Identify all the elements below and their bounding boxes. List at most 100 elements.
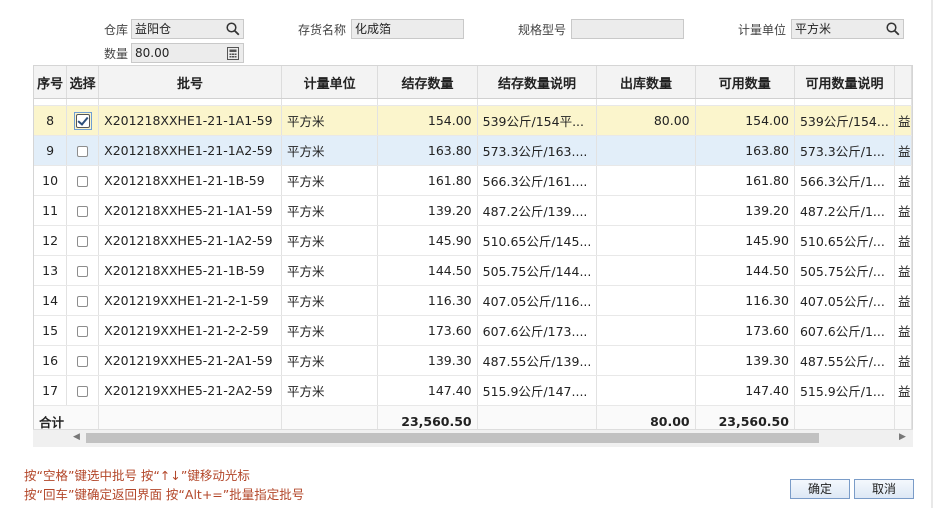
row-extra: 益 <box>894 285 912 316</box>
row-stock-desc: 515.9公斤/147.... <box>477 375 598 406</box>
row-avail: 139.30 <box>695 345 795 376</box>
checkbox[interactable] <box>77 206 89 217</box>
table-row[interactable]: 12 X201218XXHE5-21-1A2-59 平方米 145.90 510.65公… <box>34 225 912 256</box>
row-select[interactable] <box>66 165 100 196</box>
col-header-batch[interactable]: 批号 <box>98 66 282 99</box>
col-header-unit[interactable]: 计量单位 <box>281 66 379 99</box>
checkbox[interactable] <box>77 296 89 307</box>
row-out[interactable] <box>596 255 696 286</box>
row-out[interactable] <box>596 135 696 166</box>
row-avail: 163.80 <box>695 135 795 166</box>
row-batch: X201219XXHE5-21-2A2-59 <box>98 375 282 406</box>
row-stock-desc: 407.05公斤/116... <box>477 285 598 316</box>
table-row[interactable]: 15 X201219XXHE1-21-2-2-59 平方米 173.60 607.6公斤… <box>34 315 912 346</box>
row-unit: 平方米 <box>281 195 379 226</box>
row-select[interactable] <box>66 285 100 316</box>
row-stock: 116.30 <box>377 285 478 316</box>
calculator-icon[interactable] <box>223 44 243 62</box>
row-no: 17 <box>34 375 68 406</box>
row-extra: 益 <box>894 225 912 256</box>
checkbox[interactable] <box>77 326 89 337</box>
col-header-stock[interactable]: 结存数量 <box>377 66 478 99</box>
row-no: 8 <box>34 105 68 136</box>
row-avail: 116.30 <box>695 285 795 316</box>
row-avail-desc: 539公斤/154... <box>794 105 895 136</box>
table-row[interactable]: 16 X201219XXHE5-21-2A1-59 平方米 139.30 487.55公… <box>34 345 912 376</box>
row-batch: X201218XXHE5-21-1A2-59 <box>98 225 282 256</box>
item-name-value: 化成箔 <box>355 22 392 36</box>
table-row[interactable]: 14 X201219XXHE1-21-2-1-59 平方米 116.30 407.05公… <box>34 285 912 316</box>
row-select[interactable] <box>66 135 100 166</box>
row-avail: 161.80 <box>695 165 795 196</box>
checkbox[interactable] <box>77 386 89 397</box>
row-out[interactable] <box>596 225 696 256</box>
ok-button[interactable]: 确定 <box>790 479 850 499</box>
row-stock: 154.00 <box>377 105 478 136</box>
hint-line-2: 按“回车”键确定返回界面 按“Alt+=”批量指定批号 <box>24 487 305 502</box>
table-row[interactable]: 8 X201218XXHE1-21-1A1-59 平方米 154.00 539公斤/15… <box>34 105 912 136</box>
search-icon[interactable] <box>883 20 903 38</box>
row-batch: X201219XXHE1-21-2-2-59 <box>98 315 282 346</box>
table-row[interactable]: 9 X201218XXHE1-21-1A2-59 平方米 163.80 573.3公斤/… <box>34 135 912 166</box>
item-name-field[interactable]: 化成箔 <box>351 19 464 39</box>
cancel-button[interactable]: 取消 <box>854 479 914 499</box>
col-header-no[interactable]: 序号 <box>34 66 68 99</box>
row-unit: 平方米 <box>281 255 379 286</box>
row-batch: X201218XXHE1-21-1A1-59 <box>98 105 282 136</box>
table-row[interactable]: 11 X201218XXHE5-21-1A1-59 平方米 139.20 487.2公斤… <box>34 195 912 226</box>
row-out[interactable] <box>596 375 696 406</box>
checkbox[interactable] <box>77 236 89 247</box>
row-no: 16 <box>34 345 68 376</box>
row-no: 13 <box>34 255 68 286</box>
row-select[interactable] <box>66 345 100 376</box>
row-select[interactable] <box>66 375 100 406</box>
table-row[interactable]: 17 X201219XXHE5-21-2A2-59 平方米 147.40 515.9公斤… <box>34 375 912 406</box>
row-avail-desc: 487.55公斤/... <box>794 345 895 376</box>
unit-field[interactable]: 平方米 <box>791 19 904 39</box>
row-no: 14 <box>34 285 68 316</box>
scroll-right-icon[interactable]: ▶ <box>899 432 906 442</box>
row-select[interactable] <box>66 255 100 286</box>
batch-table: 序号 选择 批号 计量单位 结存数量 结存数量说明 出库数量 可用数量 可用数量… <box>34 66 912 437</box>
checkbox[interactable] <box>77 146 89 157</box>
col-header-avail-desc[interactable]: 可用数量说明 <box>794 66 895 99</box>
row-batch: X201219XXHE1-21-2-1-59 <box>98 285 282 316</box>
quantity-label: 数量 <box>104 47 129 61</box>
row-extra: 益 <box>894 255 912 286</box>
spec-field[interactable] <box>571 19 684 39</box>
col-header-avail[interactable]: 可用数量 <box>695 66 795 99</box>
table-row[interactable]: 13 X201218XXHE5-21-1B-59 平方米 144.50 505.75公斤… <box>34 255 912 286</box>
checkbox[interactable] <box>77 176 89 187</box>
row-out[interactable]: 80.00 <box>596 105 696 136</box>
row-out[interactable] <box>596 195 696 226</box>
batch-grid: 序号 选择 批号 计量单位 结存数量 结存数量说明 出库数量 可用数量 可用数量… <box>33 65 913 445</box>
scroll-left-icon[interactable]: ◀ <box>73 432 80 442</box>
checkbox-checked[interactable] <box>75 113 90 128</box>
row-stock-desc: 505.75公斤/144... <box>477 255 598 286</box>
checkbox[interactable] <box>77 356 89 367</box>
scrollbar-thumb[interactable] <box>86 433 819 443</box>
table-body: 8 X201218XXHE1-21-1A1-59 平方米 154.00 539公斤/15… <box>34 98 912 406</box>
search-icon[interactable] <box>223 20 243 38</box>
table-row[interactable]: 10 X201218XXHE1-21-1B-59 平方米 161.80 566.3公斤/… <box>34 165 912 196</box>
row-out[interactable] <box>596 165 696 196</box>
quantity-field[interactable]: 80.00 <box>131 43 244 63</box>
row-out[interactable] <box>596 315 696 346</box>
row-out[interactable] <box>596 345 696 376</box>
row-select[interactable] <box>66 315 100 346</box>
row-select[interactable] <box>66 225 100 256</box>
row-select[interactable] <box>66 105 100 136</box>
row-unit: 平方米 <box>281 285 379 316</box>
row-extra: 益 <box>894 315 912 346</box>
col-header-out[interactable]: 出库数量 <box>596 66 696 99</box>
horizontal-scrollbar[interactable]: ◀ ▶ <box>33 429 913 447</box>
row-stock: 163.80 <box>377 135 478 166</box>
row-avail-desc: 573.3公斤/1... <box>794 135 895 166</box>
warehouse-field[interactable]: 益阳仓 <box>131 19 244 39</box>
col-header-stock-desc[interactable]: 结存数量说明 <box>477 66 598 99</box>
col-header-select[interactable]: 选择 <box>66 66 100 99</box>
row-extra: 益 <box>894 375 912 406</box>
row-out[interactable] <box>596 285 696 316</box>
checkbox[interactable] <box>77 266 89 277</box>
row-select[interactable] <box>66 195 100 226</box>
